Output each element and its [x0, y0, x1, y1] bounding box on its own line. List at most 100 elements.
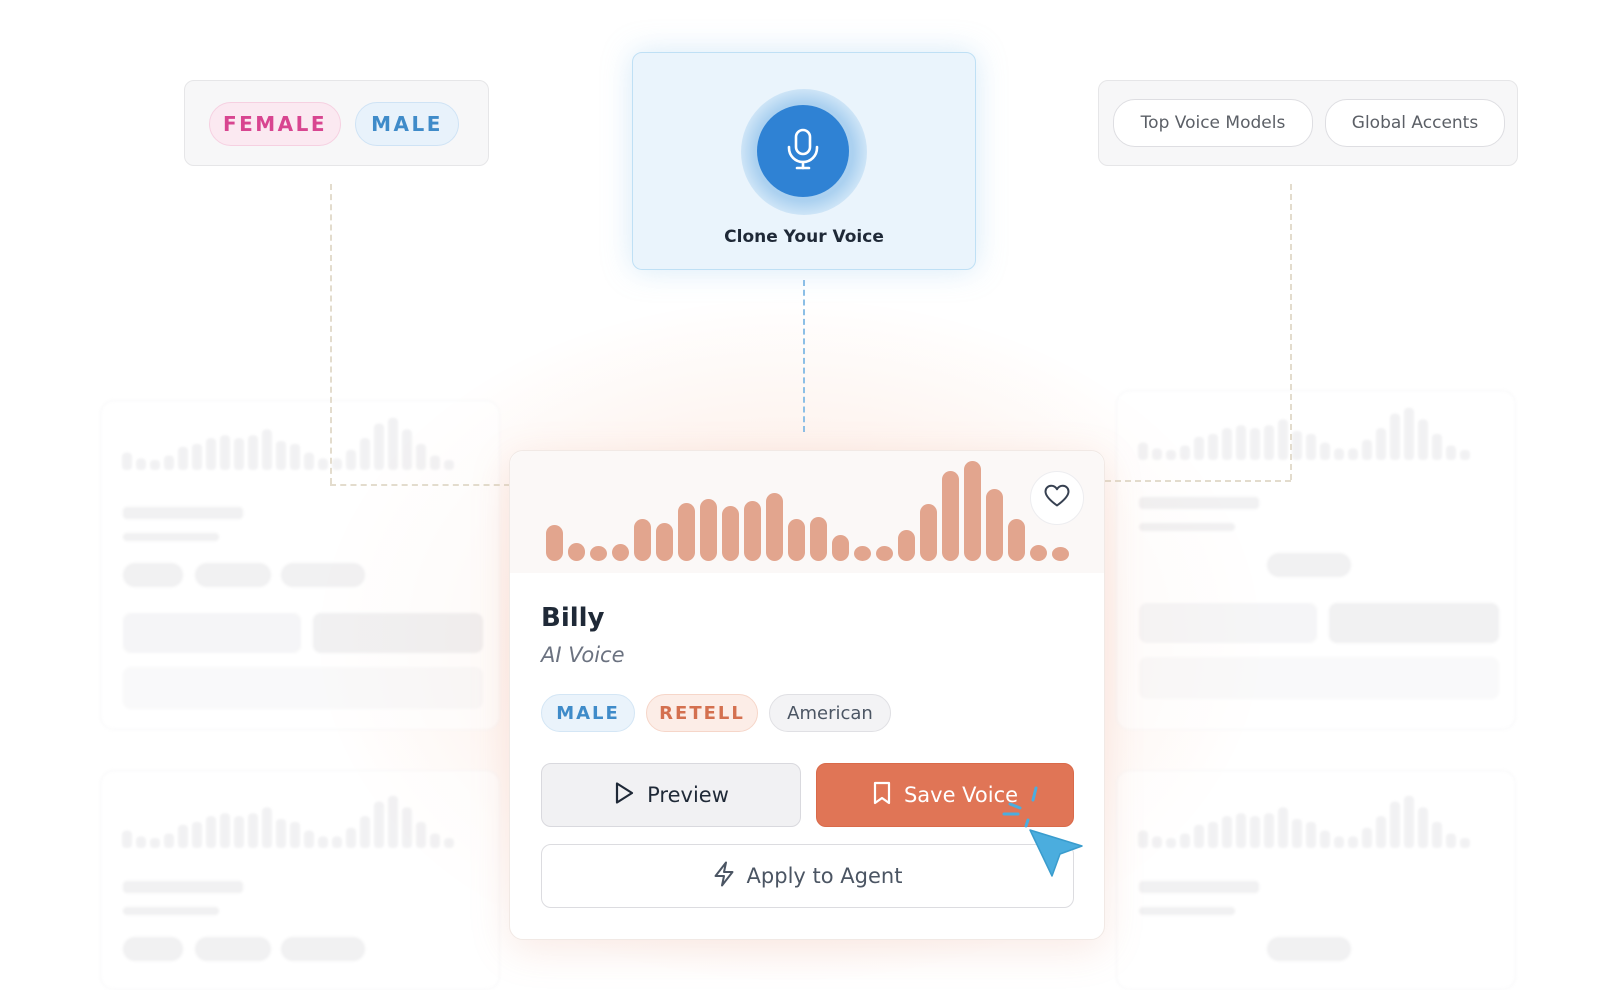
connector-left-vertical	[330, 184, 332, 484]
background-waveform-bar	[1390, 801, 1400, 848]
background-waveform-bar	[374, 801, 384, 848]
apply-to-agent-button[interactable]: Apply to Agent	[541, 844, 1074, 908]
waveform-area	[510, 451, 1104, 573]
background-waveform-bar	[1306, 821, 1316, 848]
background-waveform-bar	[1222, 816, 1232, 848]
waveform-bar	[700, 499, 717, 561]
record-button[interactable]	[757, 105, 849, 197]
waveform-bar	[832, 535, 849, 561]
background-waveform-bar	[1432, 433, 1442, 460]
background-waveform-bar	[1446, 445, 1456, 460]
background-waveform-bar	[1348, 836, 1358, 848]
background-waveform-bar	[416, 821, 426, 848]
background-waveform-bar	[262, 807, 272, 848]
waveform-bar	[854, 546, 871, 561]
background-waveform-bar	[150, 460, 160, 470]
preview-button[interactable]: Preview	[541, 763, 801, 827]
background-waveform-bar	[290, 821, 300, 848]
waveform-bar	[656, 523, 673, 561]
background-waveform-bar	[1166, 450, 1176, 460]
preview-label: Preview	[647, 783, 729, 807]
background-waveform-bar	[1278, 807, 1288, 848]
background-waveform-bar	[1180, 445, 1190, 460]
background-waveform-bar	[1306, 433, 1316, 460]
background-waveform-bar	[402, 807, 412, 848]
background-waveform-bar	[1152, 448, 1162, 460]
background-waveform-bar	[1418, 807, 1428, 848]
background-waveform-bar	[1446, 833, 1456, 848]
background-waveform-bar	[178, 446, 188, 470]
background-waveform-bar	[1362, 827, 1372, 848]
waveform-bar	[612, 544, 629, 561]
connector-left-horizontal	[330, 484, 510, 486]
background-waveform-bar	[346, 449, 356, 470]
background-waveform-bar	[164, 833, 174, 848]
background-waveform-bar	[1250, 816, 1260, 848]
voice-type: AI Voice	[541, 643, 625, 667]
waveform-bar	[810, 517, 827, 561]
background-waveform-bar	[248, 813, 258, 848]
filter-male[interactable]: MALE	[355, 102, 459, 146]
background-waveform-bar	[1320, 442, 1330, 460]
background-waveform-bar	[1208, 821, 1218, 848]
background-waveform-bar	[206, 438, 216, 470]
background-waveform-bar	[416, 443, 426, 470]
background-waveform-bar	[122, 452, 132, 470]
background-waveform-bar	[1264, 813, 1274, 848]
background-waveform-bar	[1334, 836, 1344, 848]
voice-card: Billy AI Voice MALE RETELL American Prev…	[509, 450, 1105, 940]
waveform-bar	[1008, 519, 1025, 561]
background-waveform-bar	[346, 827, 356, 848]
background-waveform-bar	[304, 452, 314, 470]
click-spark-icon	[1000, 784, 1050, 829]
filter-global-accents[interactable]: Global Accents	[1325, 99, 1505, 147]
background-waveform-bar	[1278, 419, 1288, 460]
background-waveform-bar	[136, 458, 146, 470]
bookmark-icon	[872, 781, 892, 810]
waveform-bar	[788, 519, 805, 561]
background-waveform-bar	[402, 429, 412, 470]
waveform-bar	[722, 506, 739, 561]
filter-female[interactable]: FEMALE	[209, 102, 341, 146]
background-waveform-bar	[374, 423, 384, 470]
background-waveform-bar	[290, 443, 300, 470]
tag-gender: MALE	[541, 694, 635, 732]
waveform-bar	[920, 504, 937, 561]
background-waveform-bar	[430, 833, 440, 848]
clone-voice-label: Clone Your Voice	[724, 227, 884, 247]
connector-right-vertical	[1290, 184, 1292, 480]
background-waveform-bar	[192, 821, 202, 848]
background-waveform-bar	[206, 816, 216, 848]
background-waveform-bar	[178, 824, 188, 848]
apply-to-agent-label: Apply to Agent	[746, 864, 903, 888]
background-waveform-bar	[1236, 425, 1246, 460]
waveform-bar	[590, 546, 607, 561]
tag-provider: RETELL	[646, 694, 758, 732]
clone-voice-panel[interactable]: Clone Your Voice	[632, 52, 976, 270]
background-waveform-bar	[1208, 433, 1218, 460]
tag-accent: American	[769, 694, 891, 732]
gender-filter-group: FEMALE MALE	[184, 80, 489, 166]
background-waveform-bar	[1194, 436, 1204, 460]
background-waveform-bar	[1334, 448, 1344, 460]
filter-top-voice-models[interactable]: Top Voice Models	[1113, 99, 1313, 147]
waveform-bar	[744, 501, 761, 561]
background-waveform-bar	[276, 441, 286, 470]
background-waveform-bar	[1194, 824, 1204, 848]
category-filter-group: Top Voice Models Global Accents	[1098, 80, 1518, 166]
background-waveform-bar	[304, 830, 314, 848]
waveform-bar	[964, 461, 981, 561]
waveform-bar	[546, 525, 563, 561]
background-waveform-bar	[1222, 428, 1232, 460]
favorite-button[interactable]	[1030, 471, 1084, 525]
waveform-bar	[898, 530, 915, 561]
background-waveform-bar	[1460, 838, 1470, 848]
background-waveform-bar	[220, 813, 230, 848]
background-waveform-bar	[1166, 838, 1176, 848]
background-waveform-bar	[220, 435, 230, 470]
background-waveform-bar	[1390, 413, 1400, 460]
background-waveform-bar	[1348, 448, 1358, 460]
background-waveform-bar	[164, 455, 174, 470]
background-waveform-bar	[332, 836, 342, 848]
background-waveform-bar	[248, 435, 258, 470]
